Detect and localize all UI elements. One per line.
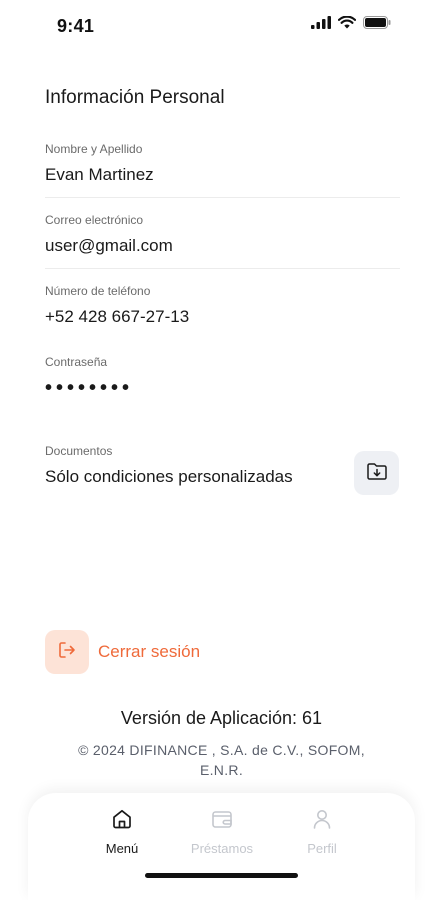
bottom-nav: Menú Préstamos Perfil <box>28 793 415 900</box>
signal-icon <box>311 16 331 34</box>
nav-label-loans: Préstamos <box>190 841 254 856</box>
documents-value: Sólo condiciones personalizadas <box>45 467 293 486</box>
wifi-icon <box>337 15 357 34</box>
logout-label: Cerrar sesión <box>98 642 201 661</box>
logout-icon <box>57 640 77 665</box>
user-icon <box>277 805 367 833</box>
home-indicator <box>145 873 298 878</box>
phone-label: Número de teléfono <box>45 284 151 298</box>
home-icon <box>77 805 167 833</box>
nav-label-menu: Menú <box>105 841 139 856</box>
phone-value: +52 428 667-27-13 <box>45 307 190 326</box>
nav-item-profile[interactable]: Perfil <box>277 805 367 856</box>
folder-download-icon <box>366 461 388 486</box>
email-label: Correo electrónico <box>45 213 144 227</box>
email-value: user@gmail.com <box>45 236 173 255</box>
status-time: 9:41 <box>57 16 95 36</box>
logout-button[interactable]: Cerrar sesión <box>45 630 200 674</box>
divider <box>45 197 400 198</box>
nav-item-menu[interactable]: Menú <box>77 805 167 856</box>
nav-label-profile: Perfil <box>307 841 337 856</box>
documents-field: Documentos Sólo condiciones personalizad… <box>45 444 345 487</box>
download-documents-button[interactable] <box>354 451 399 495</box>
status-icons <box>311 15 391 34</box>
password-value: •••••••• <box>45 377 134 399</box>
wallet-icon <box>177 805 267 833</box>
status-bar: 9:41 <box>0 0 443 52</box>
battery-icon <box>363 16 391 34</box>
logout-icon-box <box>45 630 89 674</box>
nav-item-loans[interactable]: Préstamos <box>177 805 267 856</box>
password-field: Contraseña •••••••• <box>45 355 400 398</box>
divider <box>45 268 400 269</box>
documents-label: Documentos <box>45 444 113 458</box>
copyright-text: © 2024 DIFINANCE , S.A. de C.V., SOFOM, … <box>78 742 365 778</box>
app-version: Versión de Aplicación: 61 <box>120 708 323 728</box>
name-value: Evan Martinez <box>45 165 154 184</box>
name-label: Nombre y Apellido <box>45 142 143 156</box>
password-label: Contraseña <box>45 355 108 369</box>
phone-field: Número de teléfono +52 428 667-27-13 <box>45 284 400 327</box>
name-field: Nombre y Apellido Evan Martinez <box>45 142 400 185</box>
email-field: Correo electrónico user@gmail.com <box>45 213 400 256</box>
page-title: Información Personal <box>45 87 225 108</box>
